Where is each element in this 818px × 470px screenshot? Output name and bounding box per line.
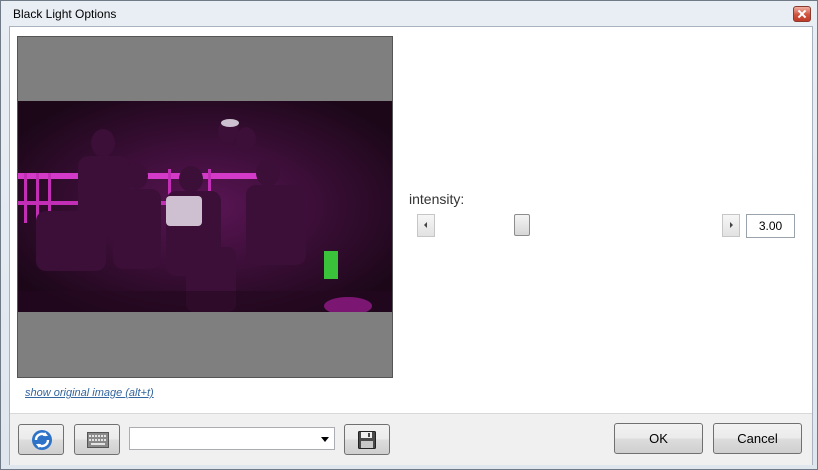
preset-dropdown[interactable]	[129, 427, 335, 450]
intensity-label: intensity:	[409, 191, 465, 207]
black-light-photo	[18, 101, 392, 312]
intensity-slider-thumb[interactable]	[514, 214, 530, 236]
save-icon	[358, 431, 376, 449]
close-button[interactable]	[793, 6, 811, 22]
cancel-button[interactable]: Cancel	[713, 423, 802, 454]
dialog-body: show original image (alt+t) intensity: 3…	[9, 26, 813, 465]
image-preview	[17, 36, 393, 378]
chevron-down-icon	[321, 437, 329, 442]
title-bar: Black Light Options	[1, 1, 817, 26]
show-original-link[interactable]: show original image (alt+t)	[25, 387, 154, 399]
save-preset-button[interactable]	[344, 424, 390, 455]
intensity-value-input[interactable]: 3.00	[746, 214, 795, 238]
refresh-button[interactable]	[18, 424, 64, 455]
keyboard-icon	[87, 432, 109, 448]
intensity-decrease-button[interactable]	[417, 214, 435, 237]
intensity-slider-track[interactable]	[435, 214, 720, 236]
dialog-window: Black Light Options show original image …	[0, 0, 818, 470]
window-title: Black Light Options	[13, 7, 117, 21]
refresh-icon	[32, 430, 52, 450]
ok-button[interactable]: OK	[614, 423, 703, 454]
bottom-toolbar: OK Cancel	[10, 413, 812, 465]
preview-photo	[18, 101, 392, 312]
keyboard-button[interactable]	[74, 424, 120, 455]
intensity-increase-button[interactable]	[722, 214, 740, 237]
